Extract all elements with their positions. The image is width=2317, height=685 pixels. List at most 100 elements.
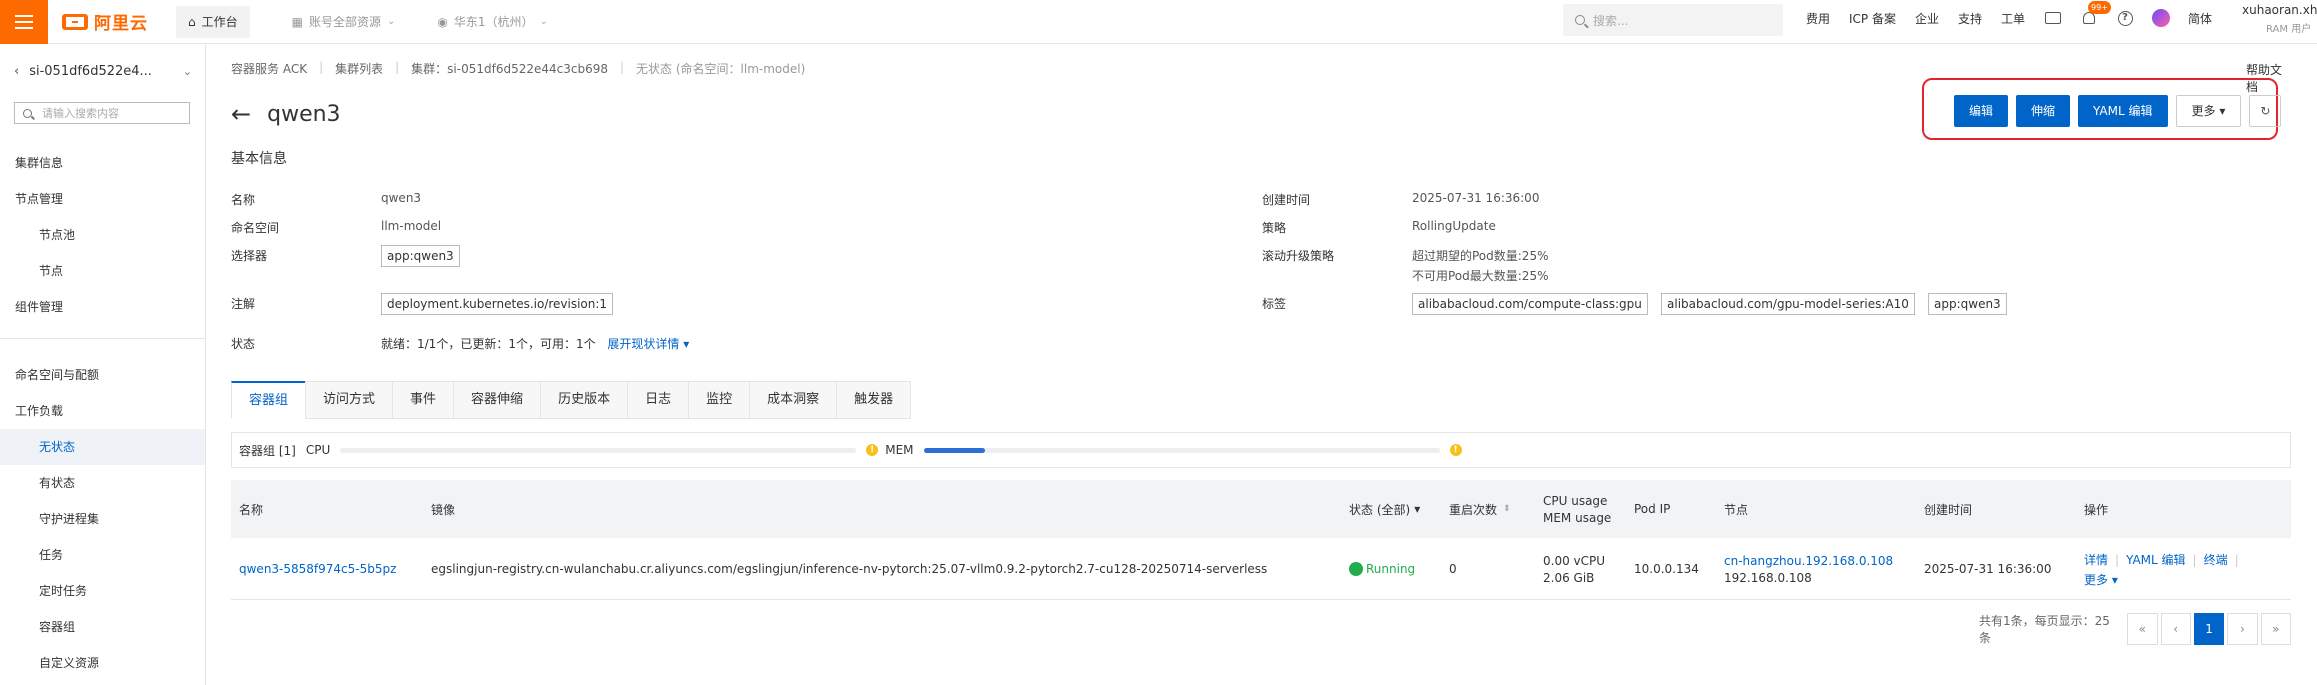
back-arrow-icon[interactable]: ← [231, 100, 251, 128]
name-label: 名称 [231, 193, 256, 207]
sidebar-item-deployments[interactable]: 无状态 [0, 429, 205, 465]
sidebar-item-statefulsets[interactable]: 有状态 [0, 465, 205, 501]
col-restarts[interactable]: 重启次数 ⬍ [1449, 480, 1511, 538]
cpu-warning-icon[interactable]: ! [866, 444, 879, 456]
tab-access[interactable]: 访问方式 [305, 381, 393, 419]
sidebar-item-cronjobs[interactable]: 定时任务 [0, 573, 205, 609]
menu-icon[interactable] [0, 0, 48, 44]
user-menu[interactable]: xuhaoran.xh... RAM 用户 [2242, 3, 2317, 35]
yaml-edit-button[interactable]: YAML 编辑 [2078, 95, 2168, 127]
sidebar-item-node-management[interactable]: 节点管理 [0, 181, 205, 217]
chevron-left-icon[interactable]: ‹ [14, 64, 19, 79]
sidebar-item-custom-resources[interactable]: 自定义资源 [0, 645, 205, 681]
expand-status-link[interactable]: 展开现状详情 ▾ [607, 337, 689, 351]
account-resource-selector[interactable]: ▦ 账号全部资源 ⌄ [280, 6, 408, 38]
annotation-label: 注解 [231, 297, 256, 311]
sidebar-item-jobs[interactable]: 任务 [0, 537, 205, 573]
page-button-current[interactable]: 1 [2193, 613, 2225, 645]
namespace-label: 命名空间 [231, 221, 280, 235]
op-separator: | [2192, 552, 2197, 567]
pod-name-link[interactable]: qwen3-5858f974c5-5b5pz [239, 562, 396, 576]
tab-cost[interactable]: 成本洞察 [749, 381, 837, 419]
edit-button[interactable]: 编辑 [1954, 95, 2009, 127]
pod-restarts: 0 [1449, 562, 1457, 576]
status-value: 就绪：1/1个，已更新：1个，可用：1个 展开现状详情 ▾ [381, 335, 689, 352]
breadcrumb: 容器服务 ACK | 集群列表 | 集群：si-051df6d522e44c3c… [231, 60, 805, 77]
col-ops: 操作 [2084, 502, 2109, 517]
breadcrumb-separator: | [319, 60, 324, 74]
col-status[interactable]: 状态 (全部) ▾ [1349, 480, 1420, 538]
pod-image: egslingjun-registry.cn-wulanchabu.cr.ali… [431, 562, 1268, 576]
bell-icon[interactable]: 99+ [2080, 1, 2111, 27]
expand-status-label: 展开现状详情 [607, 337, 680, 351]
pod-mem-usage: 2.06 GiB [1543, 570, 1595, 585]
sidebar-item-workloads[interactable]: 工作负载 [0, 393, 205, 429]
prev-page-button[interactable]: ‹ [2160, 613, 2191, 645]
col-image: 镜像 [431, 502, 456, 517]
sidebar-item-pods[interactable]: 容器组 [0, 609, 205, 645]
tab-triggers[interactable]: 触发器 [836, 381, 912, 419]
caret-down-icon: ▾ [1414, 502, 1421, 516]
link-icp[interactable]: ICP 备案 [1849, 10, 1896, 27]
breadcrumb-current: 无状态 (命名空间：llm-model) [636, 62, 806, 76]
breadcrumb-ack[interactable]: 容器服务 ACK [231, 60, 307, 77]
global-search-input[interactable]: 搜索... [1563, 4, 1783, 36]
sidebar-item-addons[interactable]: 组件管理 [0, 289, 205, 325]
last-page-button[interactable]: » [2260, 613, 2292, 645]
next-page-button[interactable]: › [2227, 613, 2258, 645]
cluster-switcher[interactable]: ‹ si-051df6d522e4... ⌄ [14, 64, 192, 79]
sidebar-search-input[interactable]: 请输入搜索内容 [14, 102, 190, 124]
col-mem-usage-label: MEM usage [1543, 510, 1612, 525]
created-label: 创建时间 [1262, 193, 1311, 207]
tab-history[interactable]: 历史版本 [540, 381, 628, 419]
more-label: 更多 [2191, 104, 2216, 118]
chevron-down-icon[interactable]: ⌄ [183, 65, 192, 78]
node-link[interactable]: cn-hangzhou.192.168.0.108 [1724, 554, 1893, 568]
yaml-edit-link[interactable]: YAML 编辑 [2126, 553, 2185, 567]
screen-icon[interactable] [2044, 9, 2062, 27]
sidebar-item-node-pool[interactable]: 节点池 [0, 217, 205, 253]
refresh-icon[interactable]: ↻ [2249, 95, 2282, 127]
sort-icon: ⬍ [1503, 504, 1511, 514]
tab-scaling[interactable]: 容器伸缩 [453, 381, 541, 419]
sidebar: ‹ si-051df6d522e4... ⌄ 请输入搜索内容 集群信息 节点管理… [0, 44, 206, 685]
sidebar-item-daemonsets[interactable]: 守护进程集 [0, 501, 205, 537]
row-more-link[interactable]: 更多 ▾ [2084, 571, 2246, 588]
breadcrumb-cluster-list[interactable]: 集群列表 [335, 60, 383, 77]
region-selector[interactable]: ◉ 华东1（杭州） ⌄ [425, 6, 560, 38]
terminal-link[interactable]: 终端 [2204, 553, 2228, 567]
language-switch[interactable]: 简体 [2188, 10, 2212, 27]
detail-tabs: 容器组 访问方式 事件 容器伸缩 历史版本 日志 监控 成本洞察 触发器 [231, 381, 912, 419]
link-enterprise[interactable]: 企业 [1915, 10, 1939, 27]
tab-pods[interactable]: 容器组 [231, 381, 306, 419]
op-separator: | [2234, 552, 2239, 567]
caret-down-icon: ▾ [2219, 104, 2226, 118]
ai-assistant-icon[interactable] [2152, 9, 2171, 27]
tab-monitoring[interactable]: 监控 [688, 381, 750, 419]
label-tag-app: app:qwen3 [1928, 293, 2007, 315]
status-ok-icon [1349, 562, 1363, 577]
link-billing[interactable]: 费用 [1806, 10, 1830, 27]
table-header: 名称 镜像 状态 (全部) ▾ 重启次数 ⬍ CPU usage MEM usage… [231, 480, 2291, 538]
first-page-button[interactable]: « [2127, 613, 2158, 645]
workbench-tab[interactable]: ⌂ 工作台 [176, 5, 250, 38]
sidebar-item-cluster-info[interactable]: 集群信息 [0, 145, 205, 181]
tab-logs[interactable]: 日志 [627, 381, 689, 419]
workbench-label: 工作台 [201, 15, 238, 29]
tab-events[interactable]: 事件 [392, 381, 454, 419]
pod-ip: 10.0.0.134 [1634, 562, 1699, 576]
breadcrumb-cluster[interactable]: 集群：si-051df6d522e44c3cb698 [411, 60, 608, 77]
help-icon[interactable]: ? [2116, 9, 2134, 27]
mem-warning-icon[interactable]: ! [1449, 444, 1462, 456]
sidebar-item-nodes[interactable]: 节点 [0, 253, 205, 289]
search-icon [1575, 15, 1585, 25]
logo[interactable]: 阿里云 [48, 0, 168, 44]
scale-button[interactable]: 伸缩 [2016, 95, 2071, 127]
more-button[interactable]: 更多 ▾ [2175, 95, 2242, 127]
table-row: qwen3-5858f974c5-5b5pz egslingjun-regist… [231, 538, 2291, 600]
link-ticket[interactable]: 工单 [2001, 10, 2025, 27]
detail-link[interactable]: 详情 [2084, 553, 2108, 567]
sidebar-item-namespace-quota[interactable]: 命名空间与配额 [0, 357, 205, 393]
link-support[interactable]: 支持 [1958, 10, 1982, 27]
user-role: RAM 用户 [2266, 24, 2312, 35]
